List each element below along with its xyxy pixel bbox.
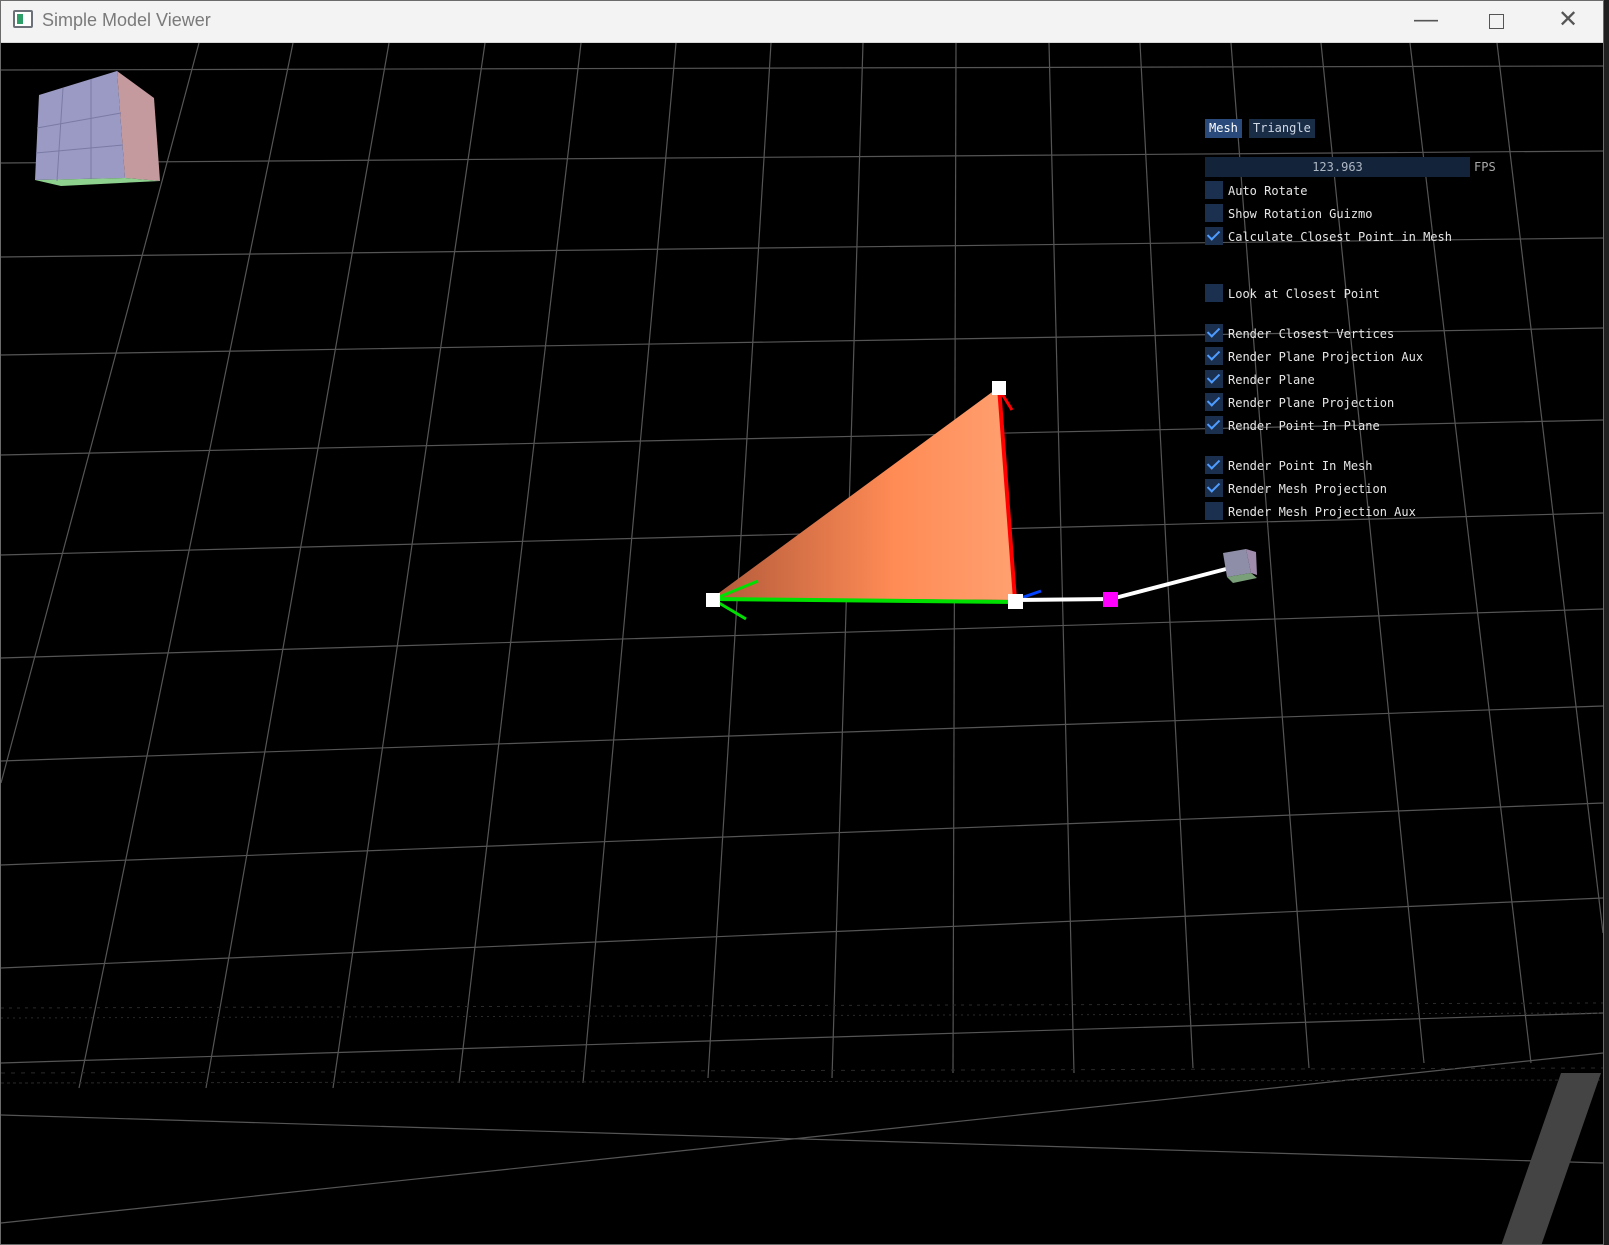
probe-cube[interactable] [1223,549,1257,583]
checkbox[interactable] [1205,416,1223,434]
close-icon: ✕ [1557,6,1579,33]
option-label: Render Mesh Projection [1228,482,1387,496]
option-label: Render Plane [1228,373,1315,387]
3d-viewport[interactable]: Mesh Triangle 123.963 FPS Auto Rotate Sho… [1,43,1603,1244]
close-button[interactable]: ✕ [1533,1,1603,42]
tab-mesh[interactable]: Mesh [1205,119,1242,138]
checkbox[interactable] [1205,456,1223,474]
ground-edge [1501,1073,1601,1244]
mesh-projection-line [1014,597,1112,602]
option-label: Auto Rotate [1228,184,1308,198]
checkbox[interactable] [1205,204,1223,222]
option-label: Look at Closest Point [1228,287,1380,301]
app-window: Simple Model Viewer — ✕ Mesh Triangle 12… [0,0,1604,1245]
checkbox[interactable] [1205,227,1223,245]
fps-value[interactable]: 123.963 [1205,157,1470,177]
triangle-mesh[interactable] [712,387,1015,600]
closest-vertex-marker-top [992,381,1006,395]
option-label: Render Plane Projection Aux [1228,350,1424,364]
closest-vertex-marker [706,593,720,607]
checkbox[interactable] [1205,393,1223,411]
point-in-mesh-marker [1103,592,1118,607]
ground-noise [1,1002,1603,1084]
checkbox[interactable] [1205,370,1223,388]
checkbox[interactable] [1205,284,1223,302]
minimize-button[interactable]: — [1391,1,1461,42]
fps-label: FPS [1474,160,1496,174]
option-label: Show Rotation Guizmo [1228,207,1373,221]
option-label: Render Point In Plane [1228,419,1380,433]
app-icon [13,10,33,28]
checkbox[interactable] [1205,347,1223,365]
checkbox[interactable] [1205,324,1223,342]
option-label: Render Mesh Projection Aux [1228,505,1416,519]
option-label: Render Closest Vertices [1228,327,1395,341]
tab-triangle[interactable]: Triangle [1249,119,1315,138]
option-label: Calculate Closest Point in Mesh [1228,230,1452,244]
orientation-cube[interactable] [35,71,160,186]
maximize-button[interactable] [1461,1,1531,42]
window-title: Simple Model Viewer [42,10,211,30]
option-label: Render Plane Projection [1228,396,1395,410]
checkbox[interactable] [1205,181,1223,199]
closest-vertex-marker-right [1008,594,1023,609]
minimize-icon: — [1414,6,1438,33]
option-label: Render Point In Mesh [1228,459,1373,473]
title-bar[interactable]: Simple Model Viewer — ✕ [1,1,1603,43]
checkbox[interactable] [1205,502,1223,520]
maximize-icon [1488,14,1504,29]
checkbox[interactable] [1205,479,1223,497]
